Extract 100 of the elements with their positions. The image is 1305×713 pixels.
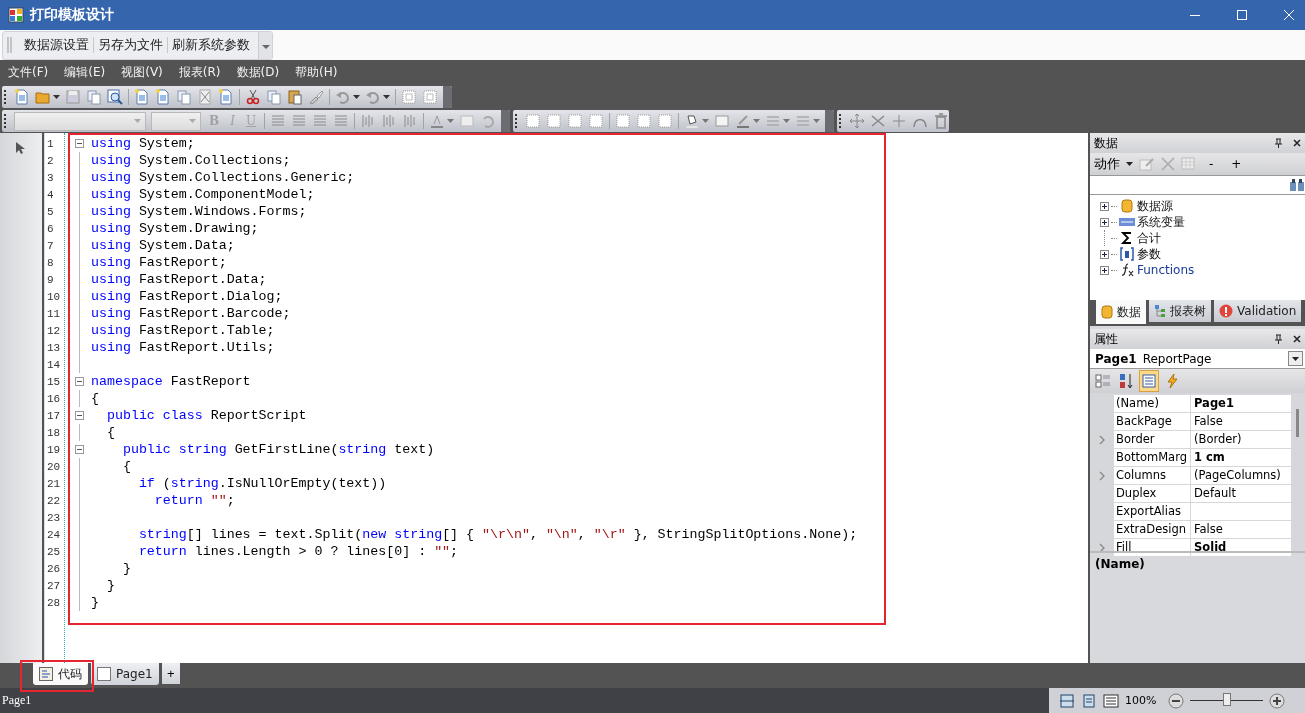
page-width-icon[interactable] bbox=[1059, 693, 1075, 708]
no-border-icon[interactable] bbox=[636, 113, 653, 129]
tree-item[interactable]: Functions bbox=[1137, 263, 1195, 277]
toolbar-button[interactable]: 另存为文件 bbox=[94, 36, 167, 54]
action-dropdown[interactable]: 动作 bbox=[1094, 155, 1120, 173]
tree-item[interactable]: 合计 bbox=[1137, 229, 1161, 247]
property-value[interactable]: (PageColumns) bbox=[1191, 467, 1291, 484]
dropdown-caret-icon[interactable] bbox=[53, 95, 60, 99]
justify-icon[interactable] bbox=[333, 113, 350, 129]
properties-view-button[interactable] bbox=[1139, 370, 1159, 392]
paste-icon[interactable] bbox=[287, 89, 303, 105]
property-value[interactable]: Page1 bbox=[1191, 395, 1291, 412]
delete-page-icon[interactable] bbox=[197, 89, 213, 105]
panel-tab[interactable]: Validation bbox=[1214, 300, 1302, 322]
collapse-icon[interactable] bbox=[74, 445, 84, 454]
property-value[interactable]: (Border) bbox=[1191, 431, 1291, 448]
collapse-icon[interactable] bbox=[74, 411, 84, 420]
preview-icon[interactable] bbox=[107, 89, 123, 105]
toolbar-button[interactable]: 刷新系统参数 bbox=[168, 36, 254, 54]
property-value[interactable]: Default bbox=[1191, 485, 1291, 502]
object-selector[interactable]: Page1 ReportPage bbox=[1090, 349, 1305, 369]
collapse-icon[interactable] bbox=[74, 139, 84, 148]
zoom-out-icon[interactable] bbox=[1168, 692, 1185, 709]
new-dialog-icon[interactable] bbox=[155, 89, 171, 105]
line-style-icon[interactable] bbox=[795, 113, 812, 129]
property-value[interactable]: 1 cm bbox=[1191, 449, 1291, 466]
menu-item[interactable]: 文件(F) bbox=[8, 64, 49, 81]
fill-style-icon[interactable] bbox=[714, 113, 731, 129]
dropdown-caret-icon[interactable] bbox=[383, 95, 390, 99]
new-report-icon[interactable] bbox=[14, 89, 30, 105]
save-all-icon[interactable] bbox=[86, 89, 102, 105]
maximize-icon[interactable] bbox=[1236, 9, 1248, 21]
add-tab-button[interactable]: + bbox=[161, 663, 180, 684]
pointer-icon[interactable] bbox=[15, 141, 27, 155]
menu-item[interactable]: 数据(D) bbox=[236, 64, 280, 81]
tree-item[interactable]: 系统变量 bbox=[1137, 213, 1185, 231]
cut-icon[interactable] bbox=[245, 89, 261, 105]
expand-icon[interactable] bbox=[1100, 265, 1109, 275]
bottom-border-icon[interactable] bbox=[546, 113, 563, 129]
page-tab[interactable]: 代码 bbox=[33, 663, 88, 685]
expand-icon[interactable] bbox=[1100, 217, 1109, 227]
multiple-pages-icon[interactable] bbox=[1103, 693, 1119, 708]
whole-page-icon[interactable] bbox=[1081, 693, 1097, 708]
search-field[interactable] bbox=[1090, 175, 1305, 195]
close-icon[interactable] bbox=[1293, 139, 1301, 147]
border-settings-icon[interactable] bbox=[657, 113, 674, 129]
text-color-icon[interactable] bbox=[429, 113, 446, 129]
scrollbar-thumb[interactable] bbox=[1296, 409, 1299, 437]
right-border-icon[interactable] bbox=[588, 113, 605, 129]
panel-tab[interactable]: 报表树 bbox=[1149, 300, 1211, 322]
collapse-icon[interactable] bbox=[74, 377, 84, 386]
toolbar-button[interactable]: + bbox=[1225, 157, 1248, 171]
pin-icon[interactable] bbox=[1274, 138, 1283, 148]
left-border-icon[interactable] bbox=[567, 113, 584, 129]
menu-item[interactable]: 报表(R) bbox=[178, 64, 221, 81]
menu-item[interactable]: 编辑(E) bbox=[64, 64, 106, 81]
panel-tab[interactable]: 数据 bbox=[1096, 300, 1146, 324]
page-setup-icon[interactable] bbox=[218, 89, 234, 105]
format-painter-icon[interactable] bbox=[308, 89, 324, 105]
line-width-icon[interactable] bbox=[765, 113, 782, 129]
property-value[interactable]: False bbox=[1191, 413, 1291, 430]
highlight-icon[interactable] bbox=[459, 113, 476, 129]
rotate-icon[interactable] bbox=[480, 113, 497, 129]
line-color-icon[interactable] bbox=[735, 113, 752, 129]
menu-item[interactable]: 视图(V) bbox=[121, 64, 163, 81]
expand-icon[interactable] bbox=[1100, 201, 1109, 211]
all-borders-icon[interactable] bbox=[615, 113, 632, 129]
code-editor[interactable] bbox=[44, 133, 1088, 663]
pin-icon[interactable] bbox=[1274, 334, 1283, 344]
tree-item[interactable]: 参数 bbox=[1137, 245, 1161, 263]
property-value[interactable]: False bbox=[1191, 521, 1291, 538]
table-icon[interactable] bbox=[1181, 157, 1197, 171]
expand-icon[interactable] bbox=[1100, 249, 1109, 259]
copy-page-icon[interactable] bbox=[176, 89, 192, 105]
new-page-icon[interactable] bbox=[134, 89, 150, 105]
toolbar-button[interactable]: 数据源设置 bbox=[20, 36, 93, 54]
add-point-icon[interactable] bbox=[891, 113, 908, 129]
page-tab[interactable]: Page1 bbox=[91, 663, 159, 685]
binoculars-icon[interactable] bbox=[1289, 178, 1305, 192]
zoom-slider[interactable] bbox=[1222, 693, 1231, 706]
group-icon[interactable] bbox=[401, 89, 417, 105]
align-left-icon[interactable] bbox=[270, 113, 287, 129]
edit-icon[interactable] bbox=[1139, 157, 1155, 171]
ungroup-icon[interactable] bbox=[422, 89, 438, 105]
tree-item[interactable]: 数据源 bbox=[1137, 197, 1173, 215]
move-icon[interactable] bbox=[849, 113, 866, 129]
overflow-button[interactable] bbox=[258, 31, 272, 59]
save-icon[interactable] bbox=[65, 89, 81, 105]
top-border-icon[interactable] bbox=[525, 113, 542, 129]
polyline-icon[interactable] bbox=[870, 113, 887, 129]
menu-item[interactable]: 帮助(H) bbox=[295, 64, 338, 81]
close-icon[interactable] bbox=[1293, 335, 1301, 343]
fill-color-icon[interactable] bbox=[684, 113, 701, 129]
toolbar-button[interactable]: - bbox=[1203, 157, 1220, 171]
zoom-in-icon[interactable] bbox=[1269, 692, 1285, 709]
dropdown-button[interactable] bbox=[1288, 351, 1303, 366]
copy-icon[interactable] bbox=[266, 89, 282, 105]
dropdown-caret-icon[interactable] bbox=[353, 95, 360, 99]
font-name-field[interactable] bbox=[14, 111, 146, 131]
align-center-icon[interactable] bbox=[291, 113, 308, 129]
